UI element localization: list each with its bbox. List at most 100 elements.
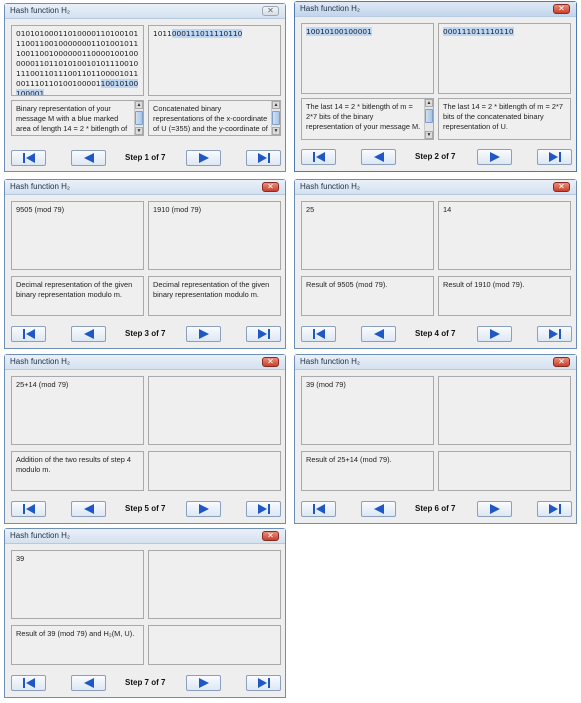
right-value-pane[interactable] [148, 376, 281, 445]
first-step-button[interactable] [11, 675, 46, 691]
right-value-text: 14 [443, 205, 452, 214]
window-title: Hash function H₂ [300, 4, 361, 13]
next-step-button[interactable] [186, 675, 221, 691]
last-step-button[interactable] [246, 326, 281, 342]
next-step-icon [199, 678, 209, 688]
previous-step-button[interactable] [71, 501, 106, 517]
previous-step-icon [84, 678, 94, 688]
left-description-scrollbar[interactable]: ▲ ▼ [424, 99, 433, 139]
title-bar[interactable]: Hash function H₂ ✕ [5, 4, 285, 19]
scroll-down-icon[interactable]: ▼ [272, 127, 280, 135]
point-binary-prefix: 1011 [153, 29, 172, 38]
close-x-icon[interactable]: ✕ [553, 4, 570, 14]
next-step-icon [490, 329, 500, 339]
next-step-button[interactable] [477, 326, 512, 342]
scroll-thumb[interactable] [135, 111, 143, 125]
title-bar[interactable]: Hash function H₂ ✕ [5, 180, 285, 195]
next-step-button[interactable] [477, 501, 512, 517]
previous-step-button[interactable] [361, 149, 396, 165]
first-step-button[interactable] [11, 150, 46, 166]
right-value-pane[interactable]: 1910 (mod 79) [148, 201, 281, 270]
next-step-button[interactable] [477, 149, 512, 165]
last-step-button[interactable] [246, 501, 281, 517]
first-step-button[interactable] [11, 501, 46, 517]
scroll-up-icon[interactable]: ▲ [135, 101, 143, 109]
scroll-down-icon[interactable]: ▼ [425, 131, 433, 139]
scroll-up-icon[interactable]: ▲ [425, 99, 433, 107]
scroll-thumb[interactable] [272, 111, 280, 125]
close-x-icon[interactable]: ✕ [262, 182, 279, 192]
right-description-scrollbar[interactable]: ▲ ▼ [271, 101, 280, 135]
left-value-pane[interactable]: 39 (mod 79) [301, 376, 434, 445]
scroll-down-icon[interactable]: ▼ [135, 127, 143, 135]
left-description-pane: Result of 39 (mod 79) and H₂(M, U). [11, 625, 144, 665]
hash-window-step-3: Hash function H₂ ✕ 9505 (mod 79) 1910 (m… [4, 179, 286, 349]
right-description-pane [438, 451, 571, 491]
last-step-button[interactable] [537, 149, 572, 165]
previous-step-button[interactable] [361, 501, 396, 517]
close-x-icon[interactable]: ✕ [262, 6, 279, 16]
step-navigation: Step 1 of 7 [5, 150, 285, 168]
window-title: Hash function H₂ [10, 6, 71, 15]
previous-step-button[interactable] [361, 326, 396, 342]
close-x-icon[interactable]: ✕ [553, 357, 570, 367]
left-value-pane[interactable]: 25 [301, 201, 434, 270]
close-x-icon[interactable]: ✕ [262, 531, 279, 541]
left-description-text: Result of 25+14 (mod 79). [306, 455, 392, 464]
last-step-icon [549, 504, 561, 514]
last-step-button[interactable] [537, 501, 572, 517]
right-value-pane[interactable]: 14 [438, 201, 571, 270]
step-navigation: Step 2 of 7 [295, 149, 576, 167]
right-description-pane[interactable]: Concatenated binary representations of t… [148, 100, 281, 136]
step-navigation: Step 7 of 7 [5, 675, 285, 693]
title-bar[interactable]: Hash function H₂ ✕ [295, 180, 576, 195]
first-step-button[interactable] [301, 326, 336, 342]
first-step-button[interactable] [301, 149, 336, 165]
next-step-button[interactable] [186, 326, 221, 342]
title-bar[interactable]: Hash function H₂ ✕ [5, 529, 285, 544]
step-indicator: Step 7 of 7 [125, 678, 166, 687]
last-step-button[interactable] [246, 675, 281, 691]
last-step-icon [258, 153, 270, 163]
next-step-icon [199, 329, 209, 339]
first-step-button[interactable] [301, 501, 336, 517]
message-bits-pane[interactable]: 10010100100001 [301, 23, 434, 94]
first-step-icon [23, 504, 35, 514]
right-description-text: The last 14 = 2 * bitlength of m = 2*7 b… [443, 102, 563, 131]
previous-step-icon [374, 152, 384, 162]
next-step-button[interactable] [186, 501, 221, 517]
previous-step-button[interactable] [71, 675, 106, 691]
last-step-button[interactable] [537, 326, 572, 342]
right-value-pane[interactable] [148, 550, 281, 619]
message-binary-pane[interactable]: 0101010001101000011010010111001100100000… [11, 25, 144, 96]
left-description-text: Result of 9505 (mod 79). [306, 280, 388, 289]
previous-step-button[interactable] [71, 150, 106, 166]
title-bar[interactable]: Hash function H₂ ✕ [5, 355, 285, 370]
hash-window-step-6: Hash function H₂ ✕ 39 (mod 79) Result of… [294, 354, 577, 524]
first-step-button[interactable] [11, 326, 46, 342]
right-description-pane [148, 451, 281, 491]
last-step-button[interactable] [246, 150, 281, 166]
scroll-thumb[interactable] [425, 109, 433, 123]
left-value-pane[interactable]: 9505 (mod 79) [11, 201, 144, 270]
right-description-pane: The last 14 = 2 * bitlength of m = 2*7 b… [438, 98, 571, 140]
left-description-pane[interactable]: The last 14 = 2 * bitlength of m = 2*7 b… [301, 98, 434, 140]
left-value-pane[interactable]: 25+14 (mod 79) [11, 376, 144, 445]
window-title: Hash function H₂ [10, 357, 71, 366]
title-bar[interactable]: Hash function H₂ ✕ [295, 2, 576, 17]
next-step-button[interactable] [186, 150, 221, 166]
point-binary-pane[interactable]: 1011000111011110110 [148, 25, 281, 96]
step-navigation: Step 3 of 7 [5, 326, 285, 344]
first-step-icon [313, 152, 325, 162]
step-indicator: Step 1 of 7 [125, 153, 166, 162]
left-description-pane[interactable]: Binary representation of your message M … [11, 100, 144, 136]
close-x-icon[interactable]: ✕ [553, 182, 570, 192]
right-value-pane[interactable] [438, 376, 571, 445]
close-x-icon[interactable]: ✕ [262, 357, 279, 367]
left-value-pane[interactable]: 39 [11, 550, 144, 619]
previous-step-button[interactable] [71, 326, 106, 342]
scroll-up-icon[interactable]: ▲ [272, 101, 280, 109]
left-description-scrollbar[interactable]: ▲ ▼ [134, 101, 143, 135]
point-bits-pane[interactable]: 000111011110110 [438, 23, 571, 94]
title-bar[interactable]: Hash function H₂ ✕ [295, 355, 576, 370]
